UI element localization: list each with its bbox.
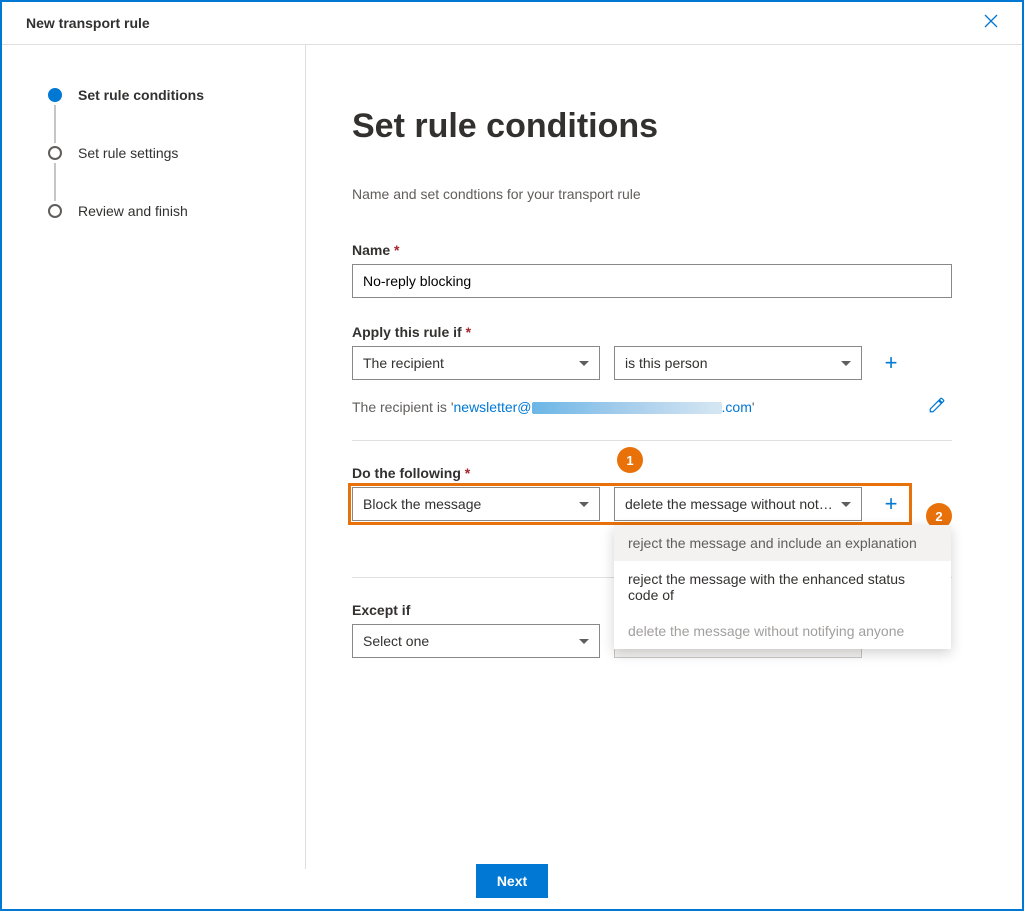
condition-summary: The recipient is 'newsletter@.com' xyxy=(352,399,755,415)
chevron-down-icon xyxy=(841,502,851,507)
step-review[interactable]: Review and finish xyxy=(48,201,305,221)
action-value-dropdown[interactable]: reject the message and include an explan… xyxy=(614,525,951,649)
plus-icon: + xyxy=(885,350,898,376)
step-indicator-icon xyxy=(48,204,62,218)
chevron-down-icon xyxy=(579,502,589,507)
chevron-down-icon xyxy=(579,639,589,644)
next-button[interactable]: Next xyxy=(476,864,548,898)
redacted-text xyxy=(532,402,722,414)
step-indicator-icon xyxy=(48,146,62,160)
step-label: Set rule settings xyxy=(78,145,178,161)
pencil-icon xyxy=(928,396,946,414)
close-icon[interactable] xyxy=(984,14,998,33)
add-condition-button[interactable]: + xyxy=(876,348,906,378)
apply-label: Apply this rule if * xyxy=(352,324,952,340)
step-indicator-active-icon xyxy=(48,88,62,102)
chevron-down-icon xyxy=(841,361,851,366)
plus-icon: + xyxy=(885,491,898,517)
dropdown-option[interactable]: reject the message and include an explan… xyxy=(614,525,951,561)
step-settings[interactable]: Set rule settings xyxy=(48,143,305,163)
rule-name-input[interactable] xyxy=(352,264,952,298)
page-heading: Set rule conditions xyxy=(352,107,952,146)
dropdown-option[interactable]: reject the message with the enhanced sta… xyxy=(614,561,951,613)
apply-condition-select[interactable]: The recipient xyxy=(352,346,600,380)
name-label: Name * xyxy=(352,242,952,258)
page-subtext: Name and set condtions for your transpor… xyxy=(352,186,952,202)
step-connector xyxy=(54,105,56,143)
except-condition-select[interactable]: Select one xyxy=(352,624,600,658)
step-nav: Set rule conditions Set rule settings Re… xyxy=(2,45,306,869)
step-connector xyxy=(54,163,56,201)
step-label: Set rule conditions xyxy=(78,87,204,103)
callout-1: 1 xyxy=(617,447,643,473)
step-label: Review and finish xyxy=(78,203,188,219)
action-type-select[interactable]: Block the message xyxy=(352,487,600,521)
panel-title: New transport rule xyxy=(26,15,150,31)
add-action-button[interactable]: + xyxy=(876,489,906,519)
dropdown-option[interactable]: delete the message without notifying any… xyxy=(614,613,951,649)
divider xyxy=(352,440,952,441)
edit-condition-button[interactable] xyxy=(922,390,952,420)
do-label: Do the following * xyxy=(352,465,952,481)
step-conditions[interactable]: Set rule conditions xyxy=(48,85,305,105)
chevron-down-icon xyxy=(579,361,589,366)
apply-value-select[interactable]: is this person xyxy=(614,346,862,380)
action-value-select[interactable]: delete the message without notif... xyxy=(614,487,862,521)
